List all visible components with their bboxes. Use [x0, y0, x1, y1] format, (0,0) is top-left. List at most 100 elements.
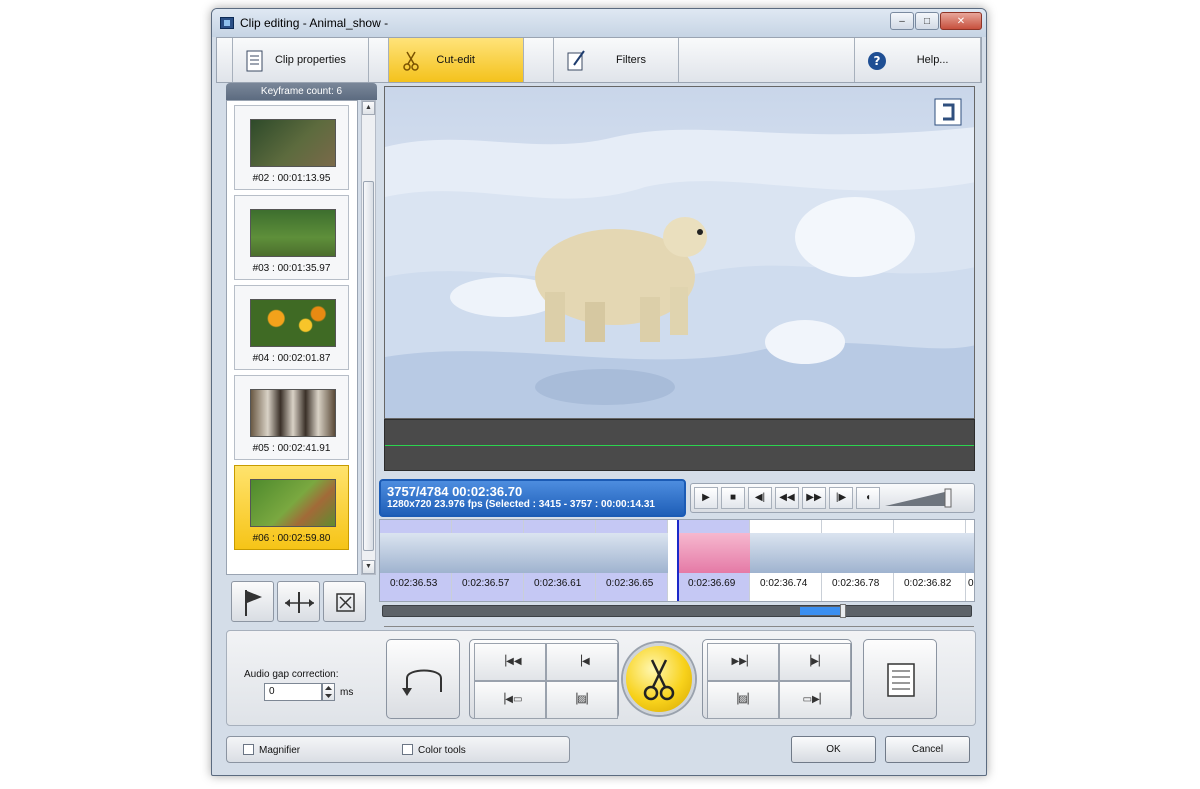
clip-editing-window: Clip editing - Animal_show - – □ ✕ Clip …: [211, 8, 987, 776]
toolbar-gap: [369, 38, 389, 82]
timeline-frame[interactable]: 0:02:36.82: [894, 520, 966, 601]
frame-thumbnail: [894, 533, 966, 573]
close-button[interactable]: ✕: [940, 12, 982, 30]
flag-icon: [245, 590, 262, 616]
preview-frame-image: [385, 87, 974, 418]
undo-arrow-icon: [402, 669, 442, 696]
rewind-icon[interactable]: ◀◀: [775, 487, 799, 509]
delete-keyframe-button[interactable]: [323, 581, 366, 622]
scroll-up-arrow-icon[interactable]: ▲: [362, 101, 375, 115]
keyframe-item[interactable]: #02 : 00:01:13.95: [234, 105, 349, 190]
frame-timecode: 0:02:36.57: [462, 578, 510, 589]
keyframe-tools: [231, 581, 366, 622]
frame-timecode: 0:02:36.69: [688, 578, 736, 589]
step-back-icon[interactable]: ◀|: [748, 487, 772, 509]
magnifier-checkbox[interactable]: [243, 744, 254, 755]
previous-keyframe-button[interactable]: ▕◀: [546, 643, 618, 681]
magnifier-label: Magnifier: [259, 745, 301, 756]
go-to-start-marker-button[interactable]: ▕◀◀: [474, 643, 546, 681]
volume-icon[interactable]: ◖: [856, 487, 880, 509]
timeline-frame[interactable]: 0:02:36.57: [452, 520, 524, 601]
audio-gap-label: Audio gap correction:: [244, 669, 339, 680]
go-to-end-marker-button[interactable]: ▕▶▏: [779, 643, 851, 681]
volume-slider[interactable]: [883, 487, 965, 509]
timeline-frame[interactable]: 0:02:36.74: [750, 520, 822, 601]
keyframe-thumbnail: [250, 389, 336, 437]
timeline-frame[interactable]: 0:02:36.65: [596, 520, 668, 601]
frame-thumbnail: [750, 533, 822, 573]
scroll-thumb[interactable]: [363, 181, 374, 551]
frame-thumbnail: [966, 533, 974, 573]
cut-button[interactable]: [623, 643, 695, 715]
video-preview[interactable]: [384, 86, 975, 419]
next-keyframe-button[interactable]: ▶▶▏: [707, 643, 779, 681]
split-arrows-icon: [285, 592, 314, 613]
color-tools-checkbox[interactable]: [402, 744, 413, 755]
frame-thumbnail: [524, 533, 596, 573]
frame-timeline[interactable]: 0:02:36.53 0:02:36.57 0:02:36.61 0:02:36…: [379, 519, 975, 602]
transport-controls: ▶ ■ ◀| ◀◀ ▶▶ |▶ ◖: [690, 483, 975, 513]
keyframe-thumbnail: [250, 479, 336, 527]
title-bar: Clip editing - Animal_show - – □ ✕: [212, 9, 986, 37]
frame-thumbnail: [452, 533, 524, 573]
cut-edit-label: Cut-edit: [436, 54, 475, 66]
stop-icon[interactable]: ■: [721, 487, 745, 509]
filters-button[interactable]: Filters: [554, 38, 680, 82]
minimize-button[interactable]: –: [890, 12, 914, 30]
keyframe-item[interactable]: #04 : 00:02:01.87: [234, 285, 349, 370]
frame-info-display: 3757/4784 00:02:36.70 1280x720 23.976 fp…: [379, 479, 686, 517]
cut-list-button[interactable]: [863, 639, 937, 719]
clip-properties-button[interactable]: Clip properties: [233, 38, 369, 82]
audio-gap-input[interactable]: 0: [264, 683, 322, 701]
timeline-frame[interactable]: 0: [966, 520, 974, 601]
selection-range-bar[interactable]: [382, 604, 972, 618]
window-title: Clip editing - Animal_show -: [240, 16, 389, 30]
keyframe-thumbnail: [250, 119, 336, 167]
audio-level-line: [385, 445, 974, 446]
frame-timecode: 0:02:36.78: [832, 578, 880, 589]
maximize-button[interactable]: □: [915, 12, 939, 30]
set-end-marker-button[interactable]: ▭▶▏: [779, 681, 851, 719]
frame-timecode: 0:02:36.53: [390, 578, 438, 589]
help-button[interactable]: ? Help...: [855, 38, 981, 82]
add-keyframe-button[interactable]: [231, 581, 274, 622]
keyframe-scrollbar[interactable]: ▲ ▼: [361, 100, 376, 575]
keyframe-item[interactable]: #05 : 00:02:41.91: [234, 375, 349, 460]
play-icon[interactable]: ▶: [694, 487, 718, 509]
audio-waveform: [384, 419, 975, 471]
keyframe-item[interactable]: #03 : 00:01:35.97: [234, 195, 349, 280]
timeline-frame-current[interactable]: 0:02:36.69: [678, 520, 750, 601]
undo-cut-button[interactable]: [386, 639, 460, 719]
audio-gap-spinner[interactable]: [322, 683, 335, 701]
cut-to-end-button[interactable]: ▕▨▏: [707, 681, 779, 719]
timeline-frame[interactable]: 0:02:36.53: [380, 520, 452, 601]
help-label: Help...: [916, 54, 949, 66]
keyframe-panel: Keyframe count: 6 #02 : 00:01:13.95 #03 …: [226, 83, 377, 628]
timeline-frame[interactable]: 0:02:36.61: [524, 520, 596, 601]
range-handle[interactable]: [840, 604, 846, 618]
toolbar-spacer: [217, 38, 233, 82]
ok-button[interactable]: OK: [791, 736, 876, 763]
set-start-marker-button[interactable]: ▕◀▭: [474, 681, 546, 719]
audio-gap-unit: ms: [340, 687, 354, 698]
keyframe-label: #03 : 00:01:35.97: [252, 263, 331, 274]
cut-to-start-button[interactable]: ▕▨▏: [546, 681, 618, 719]
cut-edit-button[interactable]: Cut-edit: [388, 38, 524, 82]
keyframe-item-selected[interactable]: #06 : 00:02:59.80: [234, 465, 349, 550]
playhead[interactable]: [677, 520, 679, 601]
timeline-frame[interactable]: 0:02:36.78: [822, 520, 894, 601]
keyframe-label: #06 : 00:02:59.80: [252, 533, 331, 544]
cancel-button[interactable]: Cancel: [885, 736, 970, 763]
selected-range[interactable]: [800, 607, 842, 615]
delete-icon: [336, 593, 355, 612]
frame-timecode: 0:02:36.82: [904, 578, 952, 589]
fit-keyframe-button[interactable]: [277, 581, 320, 622]
step-forward-icon[interactable]: |▶: [829, 487, 853, 509]
keyframe-thumbnail: [250, 209, 336, 257]
color-tools-label: Color tools: [418, 745, 466, 756]
film-icon: [220, 17, 234, 29]
frame-timecode: 0:02:36.74: [760, 578, 808, 589]
fast-forward-icon[interactable]: ▶▶: [802, 487, 826, 509]
scroll-down-arrow-icon[interactable]: ▼: [362, 560, 375, 574]
clip-properties-label: Clip properties: [274, 54, 346, 66]
